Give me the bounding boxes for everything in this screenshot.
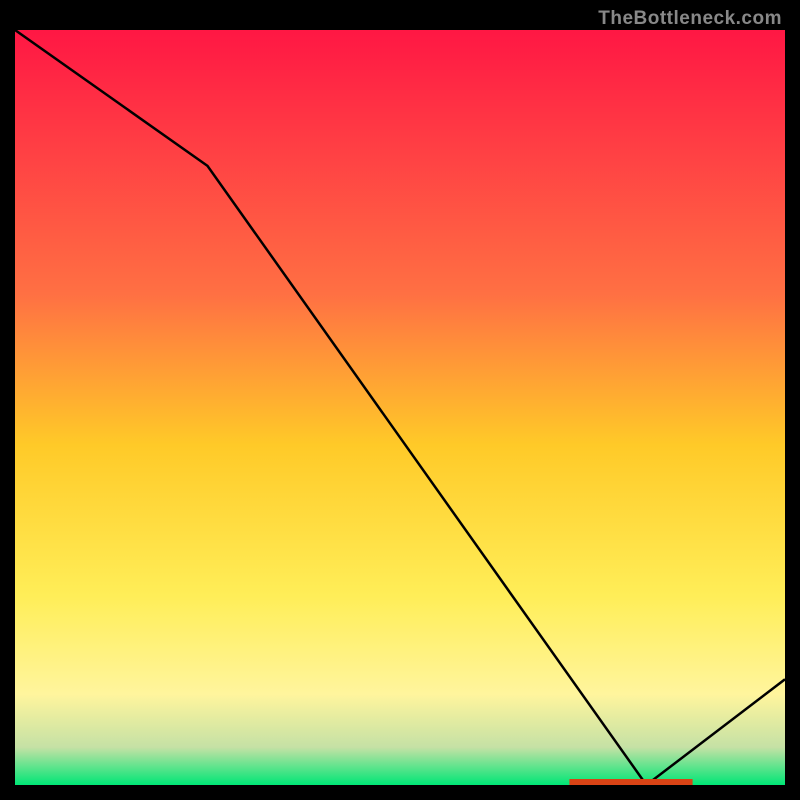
chart-container bbox=[15, 30, 785, 785]
chart-svg bbox=[15, 30, 785, 785]
watermark-text: TheBottleneck.com bbox=[598, 8, 782, 30]
gradient-background bbox=[15, 30, 785, 785]
optimal-range-marker bbox=[569, 779, 692, 785]
